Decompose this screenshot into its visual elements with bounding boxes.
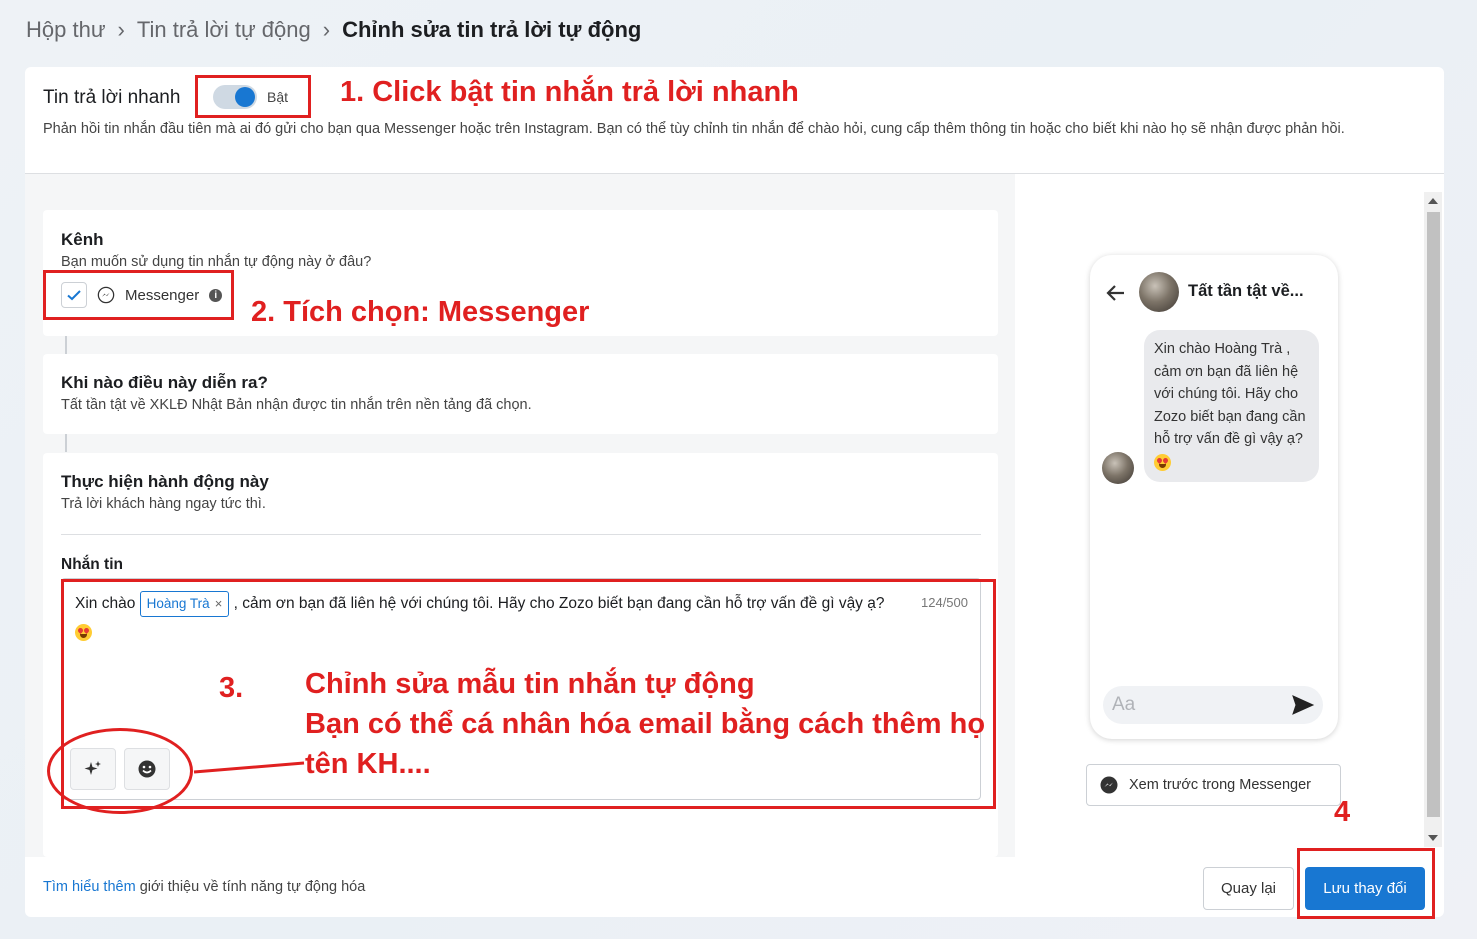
annotation-step1: 1. Click bật tin nhắn trả lời nhanh [340,76,799,108]
composer-input[interactable]: Aa [1103,686,1323,724]
annotation-box-toggle [195,75,311,118]
preview-button-label: Xem trước trong Messenger [1129,777,1312,793]
annotation-step3-line1: Chỉnh sửa mẫu tin nhắn tự động [305,668,755,700]
annotation-box-messenger [43,270,234,320]
page-avatar [1139,272,1179,312]
annotation-box-save [1297,848,1435,919]
footer-help: Tìm hiểu thêm giới thiệu về tính năng tự… [43,879,365,895]
page-title: Tin trả lời nhanh [43,87,181,108]
preview-page-name: Tất tần tật về... [1188,282,1304,300]
preview-in-messenger-button[interactable]: Xem trước trong Messenger [1086,764,1341,806]
annotation-step4: 4 [1334,796,1351,828]
chevron-right-icon: › [322,17,331,42]
messenger-preview: Tất tần tật về... Xin chào Hoàng Trà , c… [1090,255,1338,739]
trigger-title: Khi nào điều này diễn ra? [61,373,268,392]
chevron-right-icon: › [117,17,125,42]
footer-help-text: giới thiệu về tính năng tự động hóa [139,879,366,895]
divider [61,534,981,535]
annotation-step2: 2. Tích chọn: Messenger [251,296,590,328]
learn-more-link[interactable]: Tìm hiểu thêm [43,879,136,895]
action-title: Thực hiện hành động này [61,472,269,491]
breadcrumb-current: Chỉnh sửa tin trả lời tự động [342,17,642,42]
connector-line [65,336,67,354]
annotation-step3-line3: tên KH.... [305,748,431,780]
message-label: Nhắn tin [61,556,123,573]
composer-placeholder: Aa [1112,694,1136,715]
channel-title: Kênh [61,230,104,249]
back-button[interactable]: Quay lại [1203,867,1294,910]
trigger-subtitle: Tất tần tật về XKLĐ Nhật Bản nhận được t… [61,397,532,413]
breadcrumb-inbox[interactable]: Hộp thư [26,17,106,43]
channel-subtitle: Bạn muốn sử dụng tin nhắn tự động này ở … [61,254,372,270]
page-description: Phản hồi tin nhắn đầu tiên mà ai đó gửi … [43,121,1345,137]
messenger-icon [1100,776,1118,794]
message-bubble: Xin chào Hoàng Trà , cảm ơn bạn đã liên … [1144,330,1319,482]
breadcrumb: Hộp thư › Tin trả lời tự động › Chỉnh sử… [26,14,641,46]
scroll-up-icon[interactable] [1428,198,1438,204]
annotation-ellipse-buttons [47,728,193,814]
connector-line [65,434,67,452]
bubble-text: Xin chào Hoàng Trà , cảm ơn bạn đã liên … [1154,341,1306,448]
trigger-section: Khi nào điều này diễn ra? Tất tần tật về… [43,354,998,434]
action-subtitle: Trả lời khách hàng ngay tức thì. [61,496,266,512]
scroll-down-icon[interactable] [1428,835,1438,841]
sender-avatar [1102,452,1134,484]
scrollbar-thumb[interactable] [1427,212,1440,817]
heart-eyes-emoji-icon [1154,453,1171,471]
send-icon[interactable] [1291,693,1315,717]
back-arrow-icon [1106,285,1124,301]
annotation-step3-number: 3. [219,672,244,704]
annotation-step3-line2: Bạn có thể cá nhân hóa email bằng cách t… [305,708,986,740]
breadcrumb-auto-replies[interactable]: Tin trả lời tự động [137,17,311,43]
scrollbar[interactable] [1424,192,1442,847]
